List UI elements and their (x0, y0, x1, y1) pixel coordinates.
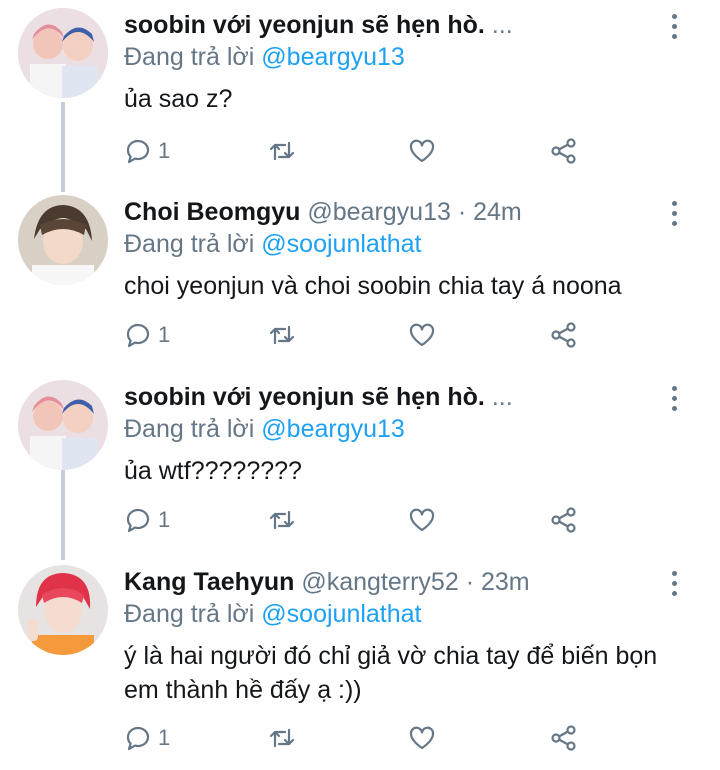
reply-button[interactable]: 1 (124, 318, 170, 352)
reply-icon (126, 508, 150, 533)
share-button[interactable] (550, 318, 578, 352)
timestamp[interactable]: 23m (481, 568, 530, 596)
avatar[interactable] (18, 195, 108, 285)
tweet-text: ủa sao z? (124, 85, 233, 113)
like-button[interactable] (408, 134, 436, 168)
display-name[interactable]: soobin với yeonjun sẽ hẹn hò. (124, 383, 485, 411)
reply-context: Đang trả lời @soojunlathat (124, 599, 422, 629)
tweet-actions: 1 (124, 503, 594, 537)
retweet-icon (269, 510, 295, 530)
display-name[interactable]: Choi Beomgyu (124, 198, 300, 226)
tweet-actions: 1 (124, 134, 594, 168)
heart-icon (409, 508, 435, 532)
more-options-icon[interactable] (668, 14, 680, 44)
avatar-photo-two-boys (18, 8, 108, 98)
retweet-icon (269, 728, 295, 748)
reply-mention-link[interactable]: @beargyu13 (261, 43, 405, 71)
retweet-icon (269, 325, 295, 345)
retweet-icon (269, 141, 295, 161)
reply-context: Đang trả lời @beargyu13 (124, 414, 405, 444)
reply-icon (126, 726, 150, 751)
retweet-button[interactable] (268, 134, 296, 168)
name-ellipsis: ... (491, 11, 513, 39)
heart-icon (409, 139, 435, 163)
username[interactable]: @beargyu13 (307, 198, 451, 226)
like-button[interactable] (408, 318, 436, 352)
reply-mention-link[interactable]: @beargyu13 (261, 415, 405, 443)
reply-mention-link[interactable]: @soojunlathat (261, 600, 421, 628)
share-icon (551, 322, 576, 348)
tweet-header: soobin với yeonjun sẽ hẹn hò. ... (124, 10, 513, 40)
username[interactable]: @kangterry52 (301, 568, 458, 596)
more-options-icon[interactable] (668, 201, 680, 231)
tweet-actions: 1 (124, 318, 594, 352)
reply-context: Đang trả lời @soojunlathat (124, 229, 422, 259)
avatar[interactable] (18, 565, 108, 655)
separator-dot: · (465, 568, 475, 596)
tweet[interactable]: Choi Beomgyu @beargyu13 · 24m Đang trả l… (0, 187, 720, 372)
share-button[interactable] (550, 134, 578, 168)
share-icon (551, 725, 576, 751)
name-ellipsis: ... (491, 383, 513, 411)
reply-count: 1 (158, 507, 171, 532)
reply-count: 1 (158, 322, 171, 347)
like-button[interactable] (408, 721, 436, 755)
tweet-header: Choi Beomgyu @beargyu13 · 24m (124, 197, 522, 227)
display-name[interactable]: Kang Taehyun (124, 568, 294, 596)
tweet[interactable]: soobin với yeonjun sẽ hẹn hò. ... Đang t… (0, 0, 720, 185)
share-button[interactable] (550, 721, 578, 755)
retweet-button[interactable] (268, 503, 296, 537)
avatar-photo-two-boys (18, 380, 108, 470)
reply-prefix: Đang trả lời (124, 230, 255, 258)
reply-button[interactable]: 1 (124, 503, 170, 537)
reply-prefix: Đang trả lời (124, 415, 255, 443)
reply-count: 1 (158, 725, 171, 750)
share-icon (551, 507, 576, 533)
tweet-text: choi yeonjun và choi soobin chia tay á n… (124, 272, 622, 300)
reply-button[interactable]: 1 (124, 134, 170, 168)
reply-button[interactable]: 1 (124, 721, 170, 755)
reply-icon (126, 323, 150, 348)
reply-mention-link[interactable]: @soojunlathat (261, 230, 421, 258)
reply-context: Đang trả lời @beargyu13 (124, 42, 405, 72)
tweet-text: ý là hai người đó chỉ giả vờ chia tay để… (124, 642, 658, 704)
share-icon (551, 138, 576, 164)
avatar[interactable] (18, 380, 108, 470)
tweet-header: Kang Taehyun @kangterry52 · 23m (124, 567, 530, 597)
like-button[interactable] (408, 503, 436, 537)
heart-icon (409, 726, 435, 750)
reply-prefix: Đang trả lời (124, 43, 255, 71)
retweet-button[interactable] (268, 721, 296, 755)
separator-dot: · (457, 198, 467, 226)
reply-prefix: Đang trả lời (124, 600, 255, 628)
display-name[interactable]: soobin với yeonjun sẽ hẹn hò. (124, 11, 485, 39)
reply-icon (126, 139, 150, 164)
tweet-header: soobin với yeonjun sẽ hẹn hò. ... (124, 382, 513, 412)
timestamp[interactable]: 24m (473, 198, 522, 226)
share-button[interactable] (550, 503, 578, 537)
tweet[interactable]: soobin với yeonjun sẽ hẹn hò. ... Đang t… (0, 372, 720, 557)
avatar[interactable] (18, 8, 108, 98)
reply-count: 1 (158, 138, 171, 163)
tweet-actions: 1 (124, 721, 594, 755)
avatar-photo-boy (18, 195, 108, 285)
tweet-text: ủa wtf???????? (124, 457, 302, 485)
more-options-icon[interactable] (668, 571, 680, 601)
tweet[interactable]: Kang Taehyun @kangterry52 · 23m Đang trả… (0, 557, 720, 770)
avatar-photo-red-hair (18, 565, 108, 655)
retweet-button[interactable] (268, 318, 296, 352)
more-options-icon[interactable] (668, 386, 680, 416)
heart-icon (409, 323, 435, 347)
